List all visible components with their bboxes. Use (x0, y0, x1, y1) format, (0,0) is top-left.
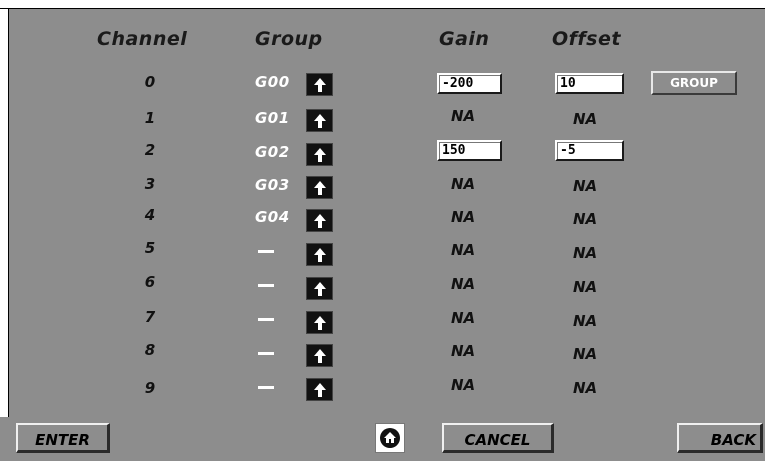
arrow-up-icon (313, 180, 326, 195)
offset-value: NA (573, 278, 598, 296)
offset-value: NA (573, 244, 598, 262)
header-offset: Offset (552, 28, 621, 50)
offset-value: NA (573, 312, 598, 330)
group-label: G02 (255, 143, 290, 161)
header-channel: Channel (97, 28, 188, 50)
gain-value: NA (451, 241, 476, 259)
arrow-up-icon (313, 147, 326, 162)
group-empty-dash (258, 352, 274, 355)
header-group: Group (255, 28, 323, 50)
group-empty-dash (258, 250, 274, 253)
arrow-up-icon (313, 281, 326, 296)
offset-input[interactable]: 10 (555, 73, 624, 94)
group-label: G04 (255, 208, 290, 226)
table-row: 5 — NA NA (0, 238, 765, 266)
offset-value: NA (573, 177, 598, 195)
table-row: 9 — NA NA (0, 374, 765, 402)
enter-button[interactable]: ENTER (16, 423, 110, 453)
home-icon (380, 428, 400, 448)
top-border (0, 0, 765, 9)
group-empty-dash (258, 284, 274, 287)
offset-value: NA (573, 110, 598, 128)
group-select-button[interactable] (306, 243, 333, 266)
back-button[interactable]: BACK (677, 423, 763, 453)
table-row: 7 — NA NA (0, 306, 765, 334)
offset-value: NA (573, 210, 598, 228)
gain-value: NA (451, 376, 476, 394)
group-select-button[interactable] (306, 378, 333, 401)
table-row: 2 G02 150 -5 (0, 138, 765, 166)
group-empty-dash (258, 318, 274, 321)
channel-number: 4 (144, 206, 156, 224)
gain-value: NA (451, 342, 476, 360)
home-button[interactable] (375, 423, 405, 453)
channel-number: 5 (144, 239, 156, 257)
group-label: G01 (255, 109, 290, 127)
arrow-up-icon (313, 382, 326, 397)
offset-value: NA (573, 379, 598, 397)
channel-number: 8 (144, 341, 156, 359)
group-empty-dash (258, 386, 274, 389)
group-select-button[interactable] (306, 176, 333, 199)
offset-value: NA (573, 345, 598, 363)
channel-number: 3 (144, 175, 156, 193)
bottom-border (0, 461, 765, 465)
offset-input[interactable]: -5 (555, 140, 624, 161)
gain-value: NA (451, 208, 476, 226)
gain-value: NA (451, 309, 476, 327)
arrow-up-icon (313, 213, 326, 228)
gain-input[interactable]: -200 (437, 73, 502, 94)
group-label: G00 (255, 73, 290, 91)
channel-number: 7 (144, 308, 156, 326)
channel-number: 9 (144, 379, 156, 397)
arrow-up-icon (313, 348, 326, 363)
channel-number: 1 (144, 109, 156, 127)
gain-input[interactable]: 150 (437, 140, 502, 161)
gain-value: NA (451, 275, 476, 293)
group-select-button[interactable] (306, 344, 333, 367)
channel-number: 2 (144, 141, 156, 159)
arrow-up-icon (313, 77, 326, 92)
table-row: 8 — NA NA (0, 340, 765, 368)
channel-number: 6 (144, 273, 156, 291)
arrow-up-icon (313, 247, 326, 262)
channel-number: 0 (144, 73, 156, 91)
table-row: 4 G04 NA NA (0, 205, 765, 233)
table-row: 3 G03 NA NA (0, 172, 765, 200)
table-row: 1 G01 NA NA (0, 106, 765, 134)
group-select-button[interactable] (306, 143, 333, 166)
group-label: G03 (255, 176, 290, 194)
group-select-button[interactable] (306, 277, 333, 300)
header-gain: Gain (439, 28, 490, 50)
group-button[interactable]: GROUP (651, 71, 737, 95)
cancel-button[interactable]: CANCEL (442, 423, 554, 453)
group-select-button[interactable] (306, 209, 333, 232)
group-select-button[interactable] (306, 311, 333, 334)
group-select-button[interactable] (306, 109, 333, 132)
arrow-up-icon (313, 315, 326, 330)
arrow-up-icon (313, 113, 326, 128)
group-select-button[interactable] (306, 73, 333, 96)
gain-value: NA (451, 175, 476, 193)
gain-value: NA (451, 107, 476, 125)
table-row: 6 — NA NA (0, 272, 765, 300)
